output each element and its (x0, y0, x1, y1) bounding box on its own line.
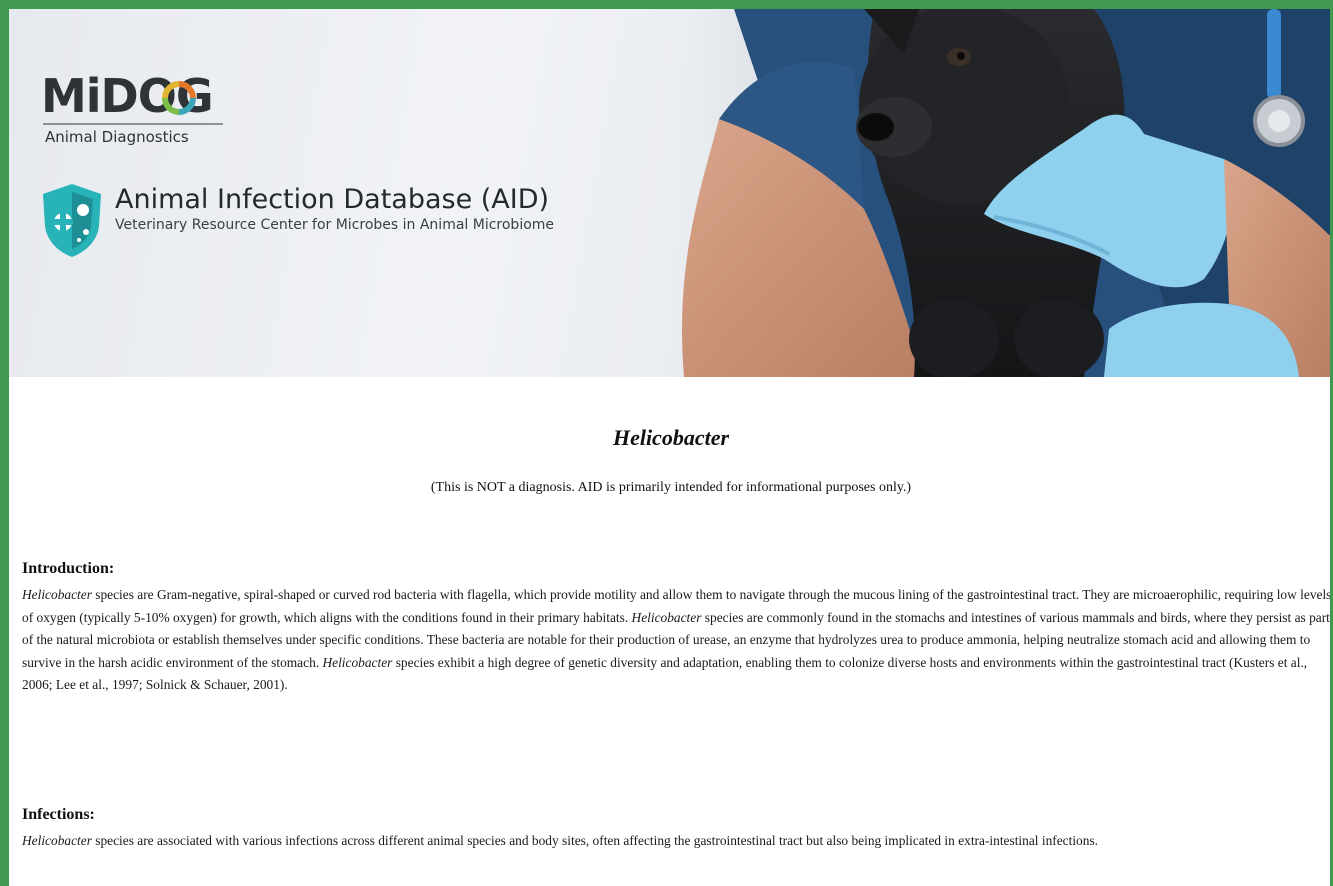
logo-o-ring-icon (162, 81, 196, 115)
database-subtitle: Veterinary Resource Center for Microbes … (115, 217, 555, 233)
header-banner: MiDOG Animal Diagnostics Animal Infectio… (9, 9, 1330, 377)
database-title: Animal Infection Database (AID) (115, 184, 550, 215)
disclaimer-text: (This is NOT a diagnosis. AID is primari… (430, 480, 912, 495)
page-frame: MiDOG Animal Diagnostics Animal Infectio… (0, 0, 1333, 886)
genus-name: Helicobacter (22, 833, 92, 848)
paragraph-text: species are associated with various infe… (91, 833, 1099, 848)
introduction-heading: Introduction: (22, 560, 115, 577)
genus-name: Helicobacter (22, 587, 92, 602)
logo-divider (43, 123, 223, 125)
infections-paragraph: Helicobacter species are associated with… (22, 830, 1330, 853)
introduction-section: Introduction: Helicobacter species are G… (22, 560, 1330, 697)
genus-name: Helicobacter (631, 609, 702, 625)
infections-section: Infections: Helicobacter species are ass… (22, 806, 1330, 853)
shield-microbe-icon (43, 184, 101, 257)
genus-name: Helicobacter (322, 654, 393, 670)
article-title: Helicobacter (612, 425, 730, 450)
midog-logo[interactable]: MiDOG Animal Diagnostics (41, 73, 223, 146)
aid-heading: Animal Infection Database (AID) Veterina… (39, 182, 554, 258)
infections-heading: Infections: (22, 806, 95, 823)
logo-subtitle: Animal Diagnostics (45, 128, 189, 146)
vet-with-puppy-image (664, 9, 1330, 377)
introduction-paragraph: Helicobacter species are Gram-negative, … (22, 584, 1330, 697)
